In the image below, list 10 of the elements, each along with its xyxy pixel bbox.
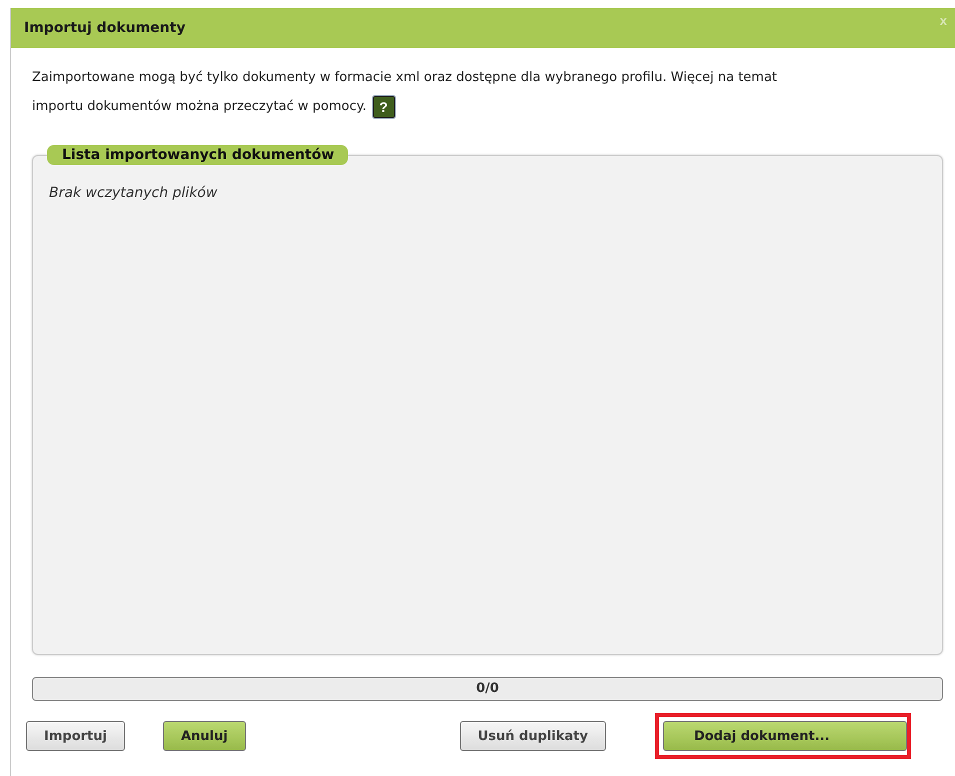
window-title: Importuj dokumenty (24, 20, 186, 36)
empty-list-text: Brak wczytanych plików (49, 184, 218, 201)
intro-text: Zaimportowane mogą być tylko dokumenty w formacie xml oraz dostępne dla wybranego profilu. Więcej na temat (32, 69, 778, 87)
dialog-button[interactable]: Anuluj (162, 721, 246, 751)
panel-legend: Lista importowanych dokumentów (47, 145, 348, 165)
dialog-button[interactable]: Dodaj dokument... (662, 721, 907, 751)
help-button[interactable]: ? (372, 96, 394, 118)
intro-text: importu dokumentów można przeczytać w pomocy. (32, 98, 366, 116)
dialog-button[interactable]: Usuń duplikaty (460, 721, 606, 751)
dialog-button[interactable]: Importuj (26, 721, 125, 751)
